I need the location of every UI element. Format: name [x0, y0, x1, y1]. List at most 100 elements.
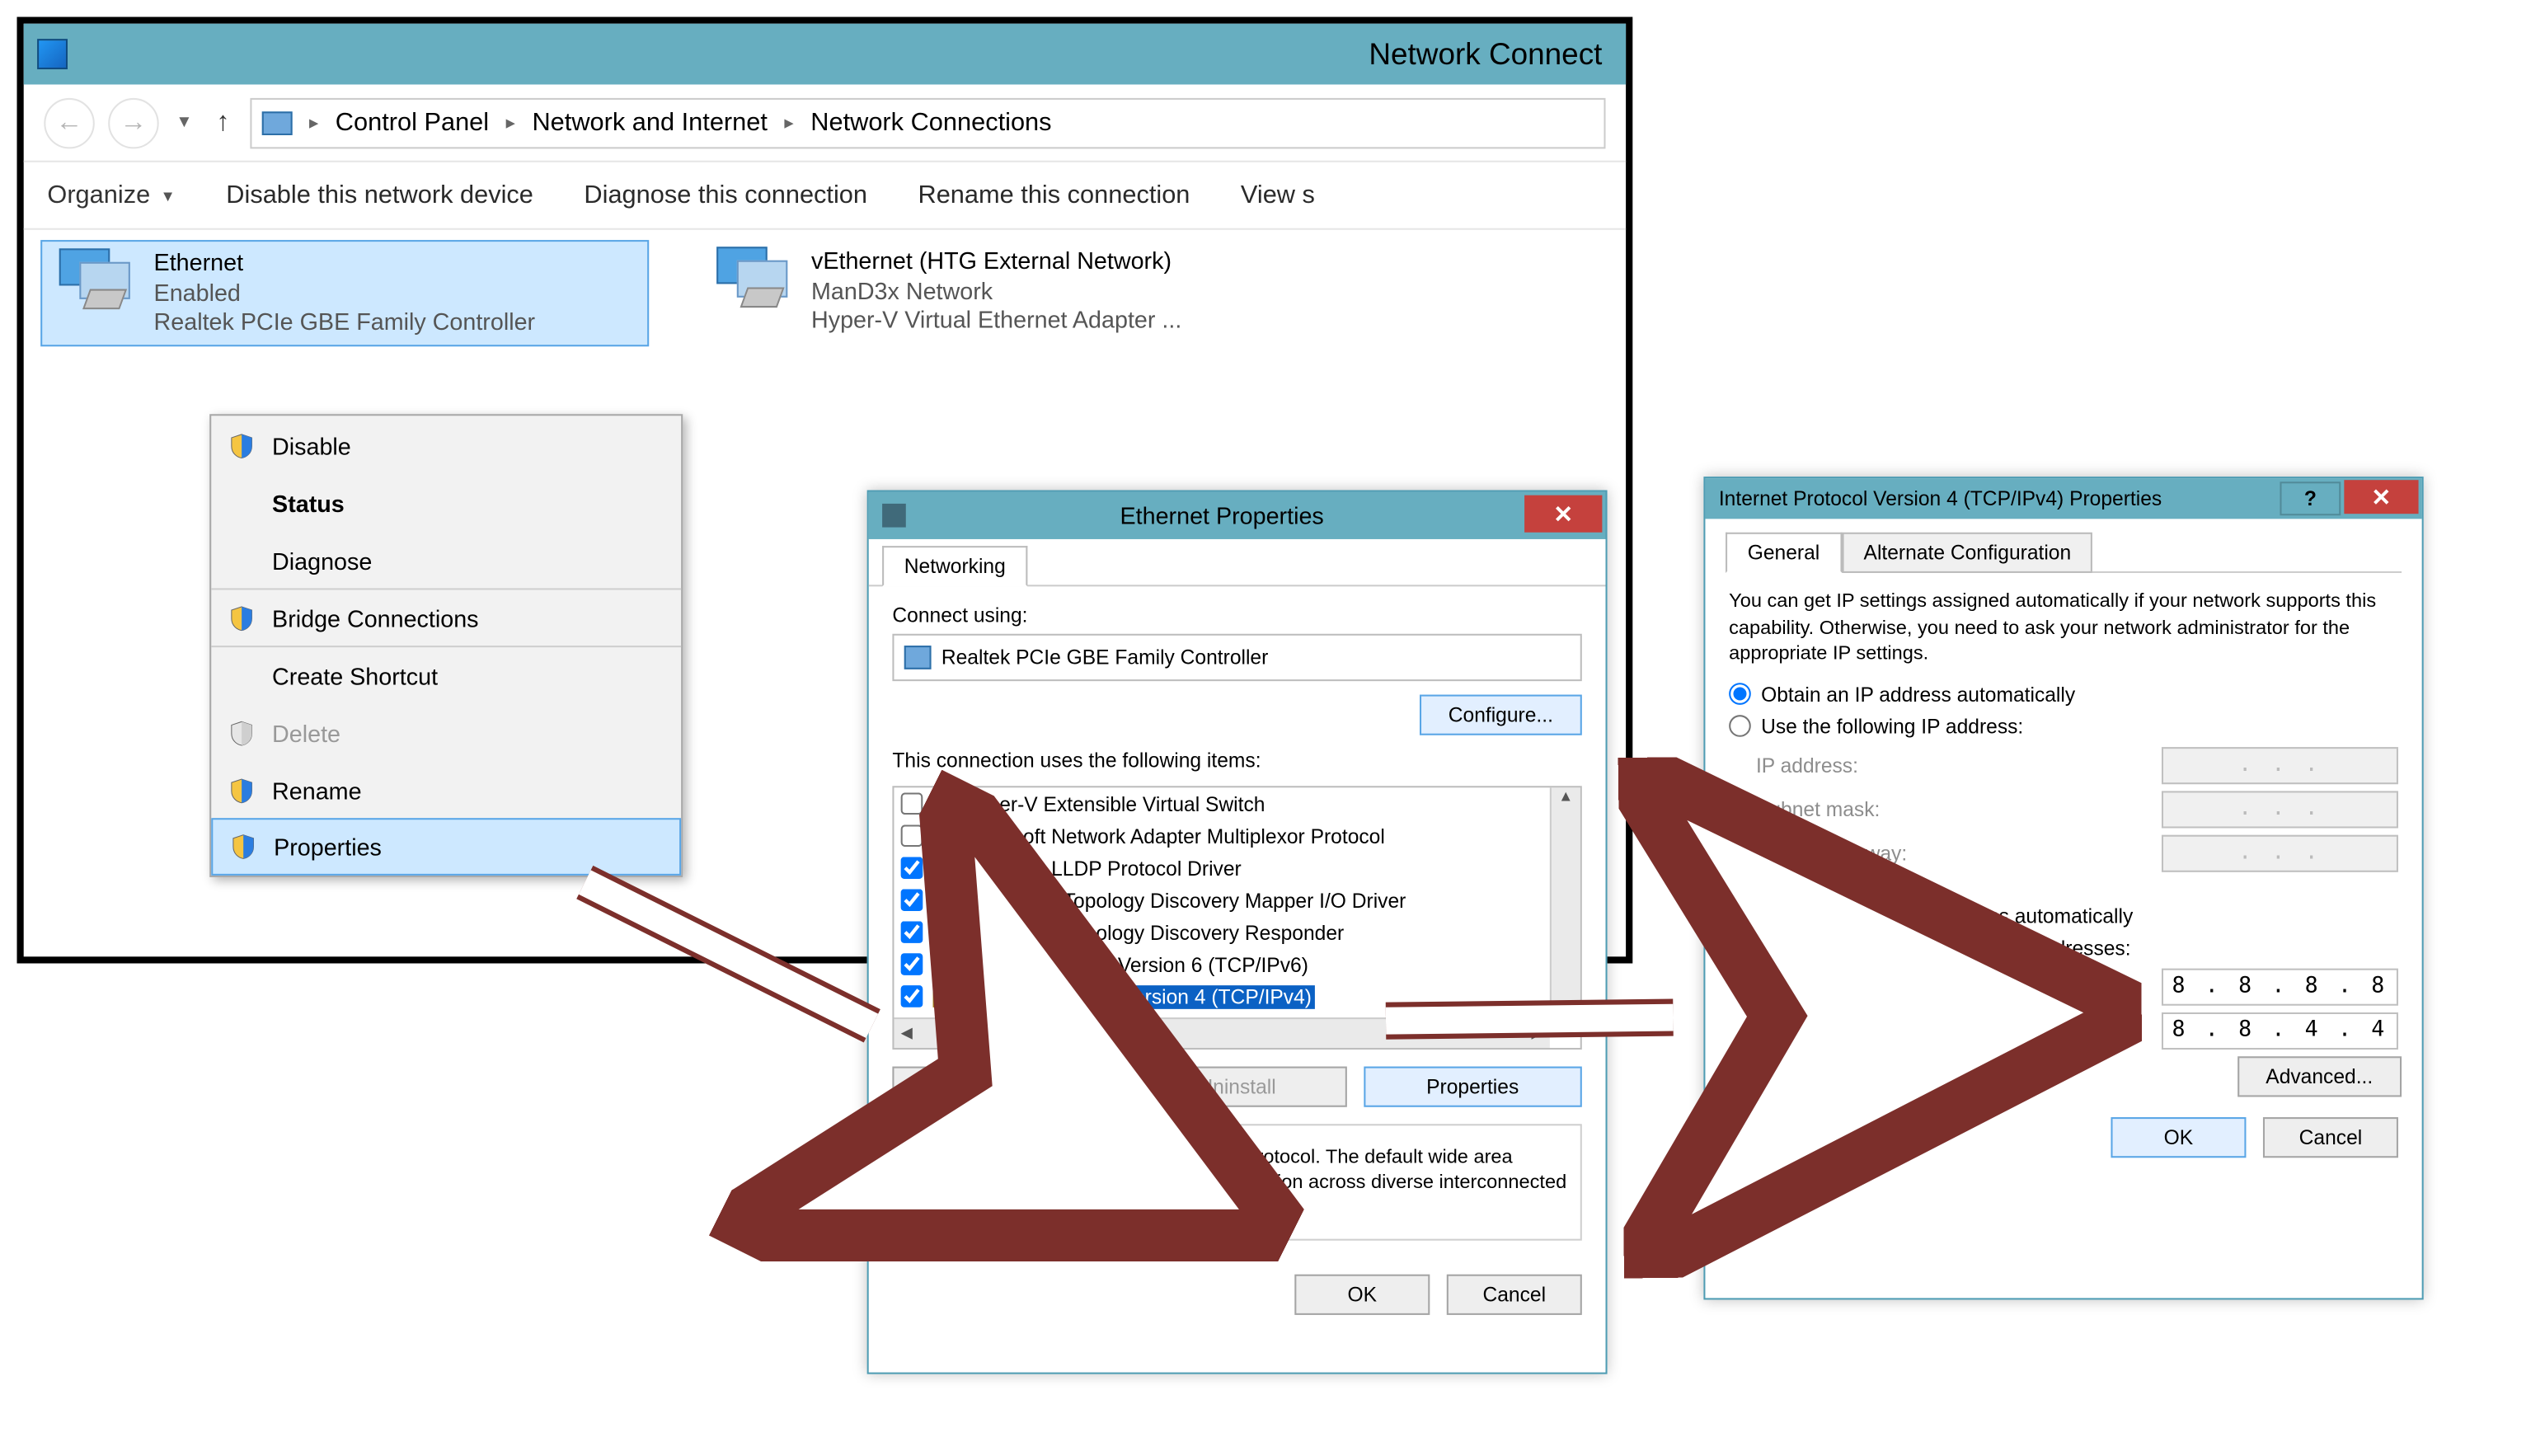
cancel-button[interactable]: Cancel [1447, 1274, 1582, 1314]
guide-arrow-1-icon [568, 848, 956, 1085]
tab-networking[interactable]: Networking [882, 546, 1027, 586]
component-label: Hyper-V Extensible Virtual Switch [964, 791, 1265, 815]
radio-ip-manual[interactable]: Use the following IP address: [1729, 714, 2398, 738]
network-component-row[interactable]: Link-Layer Topology Discovery Responder [894, 916, 1549, 948]
adapter-ethernet[interactable]: Ethernet Enabled Realtek PCIe GBE Family… [40, 240, 649, 345]
cmd-disable-device[interactable]: Disable this network device [226, 181, 533, 209]
close-button[interactable]: ✕ [1524, 496, 1602, 533]
window-title: Ethernet Properties [919, 502, 1524, 529]
forward-button[interactable]: → [108, 97, 159, 148]
configure-button[interactable]: Configure... [1420, 695, 1582, 735]
field-dns-preferred: Preferred DNS server: 8 . 8 . 8 . 8 [1756, 968, 2398, 1005]
radio-dns-auto[interactable]: Obtain DNS server address automatically [1729, 904, 2398, 928]
window-title: Internet Protocol Version 4 (TCP/IPv4) P… [1719, 486, 2280, 510]
spacer-icon [228, 547, 256, 574]
context-menu: Disable Status Diagnose Bridge Connections C… [209, 414, 683, 877]
breadcrumb-segment[interactable]: Network and Internet [532, 108, 767, 137]
connect-using-box: Realtek PCIe GBE Family Controller [892, 634, 1581, 681]
dns-preferred-input[interactable]: 8 . 8 . 8 . 8 [2162, 968, 2398, 1005]
network-component-row[interactable]: Hyper-V Extensible Virtual Switch [894, 787, 1549, 820]
connect-using-label: Connect using: [892, 604, 1581, 627]
ok-button[interactable]: OK [2111, 1116, 2246, 1157]
component-checkbox[interactable] [901, 824, 923, 847]
radio-input[interactable] [1729, 683, 1751, 705]
tab-general[interactable]: General [1726, 533, 1842, 573]
context-menu-item[interactable]: Disable [211, 416, 681, 473]
ok-button[interactable]: OK [1294, 1274, 1430, 1314]
history-dropdown[interactable]: ▼ [172, 113, 196, 132]
tab-alternate[interactable]: Alternate Configuration [1842, 533, 2093, 573]
cmd-view[interactable]: View s [1241, 181, 1315, 209]
back-button[interactable]: ← [44, 97, 94, 148]
radio-ip-auto[interactable]: Obtain an IP address automatically [1729, 682, 2398, 706]
component-icon [933, 825, 954, 846]
context-menu-label: Rename [272, 777, 361, 804]
shield-icon [228, 719, 256, 746]
field-mask: Subnet mask: . . . [1756, 790, 2398, 827]
intro-text: You can get IP settings assigned automat… [1729, 589, 2398, 668]
network-component-row[interactable]: Link-Layer Topology Discovery Mapper I/O… [894, 884, 1549, 916]
command-bar: Organize▼ Disable this network device Di… [24, 162, 1626, 230]
context-menu-label: Properties [274, 834, 382, 861]
cmd-rename[interactable]: Rename this connection [918, 181, 1190, 209]
breadcrumb-segment[interactable]: Network Connections [810, 108, 1051, 137]
shield-icon [228, 604, 256, 632]
context-menu-item[interactable]: Rename [211, 761, 681, 819]
context-menu-label: Status [272, 489, 345, 516]
close-button[interactable]: ✕ [2344, 480, 2418, 514]
radio-input[interactable] [1729, 904, 1751, 927]
cancel-button[interactable]: Cancel [2263, 1116, 2398, 1157]
cmd-diagnose[interactable]: Diagnose this connection [584, 181, 867, 209]
field-ip: IP address: . . . [1756, 746, 2398, 783]
titlebar: Ethernet Properties ✕ [869, 492, 1606, 539]
component-checkbox[interactable] [901, 792, 923, 815]
context-menu-label: Disable [272, 432, 351, 459]
context-menu-label: Create Shortcut [272, 662, 438, 689]
adapter-vethernet[interactable]: vEthernet (HTG External Network) ManD3x … [700, 240, 1376, 342]
advanced-button[interactable]: Advanced... [2237, 1055, 2402, 1096]
network-component-row[interactable]: Internet Protocol Version 6 (TCP/IPv6) [894, 948, 1549, 980]
radio-input[interactable] [1729, 715, 1751, 737]
validate-checkbox[interactable] [1729, 1070, 1751, 1092]
field-dns-alternate: Alternate DNS server: 8 . 8 . 4 . 4 [1756, 1012, 2398, 1049]
properties-button[interactable]: Properties [1364, 1067, 1582, 1107]
context-menu-item[interactable]: Diagnose [211, 531, 681, 589]
organize-menu[interactable]: Organize▼ [47, 181, 175, 209]
gateway-input: . . . [2162, 834, 2398, 871]
control-panel-icon [37, 39, 68, 69]
context-menu-item[interactable]: Status [211, 473, 681, 531]
context-menu-item[interactable]: Create Shortcut [211, 646, 681, 703]
folder-icon [262, 110, 293, 134]
dns-alternate-input[interactable]: 8 . 8 . 4 . 4 [2162, 1012, 2398, 1049]
guide-arrow-2-icon [1386, 984, 1775, 1069]
adapter-name: Ethernet [154, 248, 536, 278]
context-menu-label: Diagnose [272, 547, 372, 574]
component-label: Microsoft LLDP Protocol Driver [964, 856, 1242, 880]
mask-input: . . . [2162, 790, 2398, 827]
adapter-status: Enabled [154, 278, 536, 308]
titlebar: Network Connect [24, 24, 1626, 85]
breadcrumb-segment[interactable]: Control Panel [336, 108, 489, 137]
help-button[interactable]: ? [2280, 481, 2341, 515]
radio-dns-manual[interactable]: Use the following DNS server addresses: [1729, 936, 2398, 960]
nic-icon [904, 646, 932, 669]
component-label: Internet Protocol Version 4 (TCP/IPv4) [964, 984, 1316, 1008]
connect-using-value: Realtek PCIe GBE Family Controller [941, 646, 1268, 669]
network-component-row[interactable]: Microsoft LLDP Protocol Driver [894, 852, 1549, 884]
tab-strip: Networking [869, 539, 1606, 586]
context-menu-item[interactable]: Bridge Connections [211, 588, 681, 646]
network-component-row[interactable]: Microsoft Network Adapter Multiplexor Pr… [894, 820, 1549, 852]
radio-input[interactable] [1729, 937, 1751, 959]
description-group: Description Transmission Control Protoco… [892, 1124, 1581, 1240]
description-text: Transmission Control Protocol/Internet P… [908, 1146, 1567, 1222]
address-bar[interactable]: ▸ Control Panel ▸ Network and Internet ▸… [250, 97, 1605, 148]
adapter-status: ManD3x Network [811, 276, 1181, 306]
spacer-icon [228, 489, 256, 516]
window-title: Network Connect [1369, 36, 1602, 72]
spacer-icon [228, 662, 256, 689]
pin-icon [882, 504, 906, 528]
nav-row: ← → ▼ ↑ ▸ Control Panel ▸ Network and In… [24, 85, 1626, 162]
up-button[interactable]: ↑ [209, 107, 237, 138]
shield-icon [230, 834, 257, 861]
component-label: Microsoft Network Adapter Multiplexor Pr… [964, 824, 1385, 848]
